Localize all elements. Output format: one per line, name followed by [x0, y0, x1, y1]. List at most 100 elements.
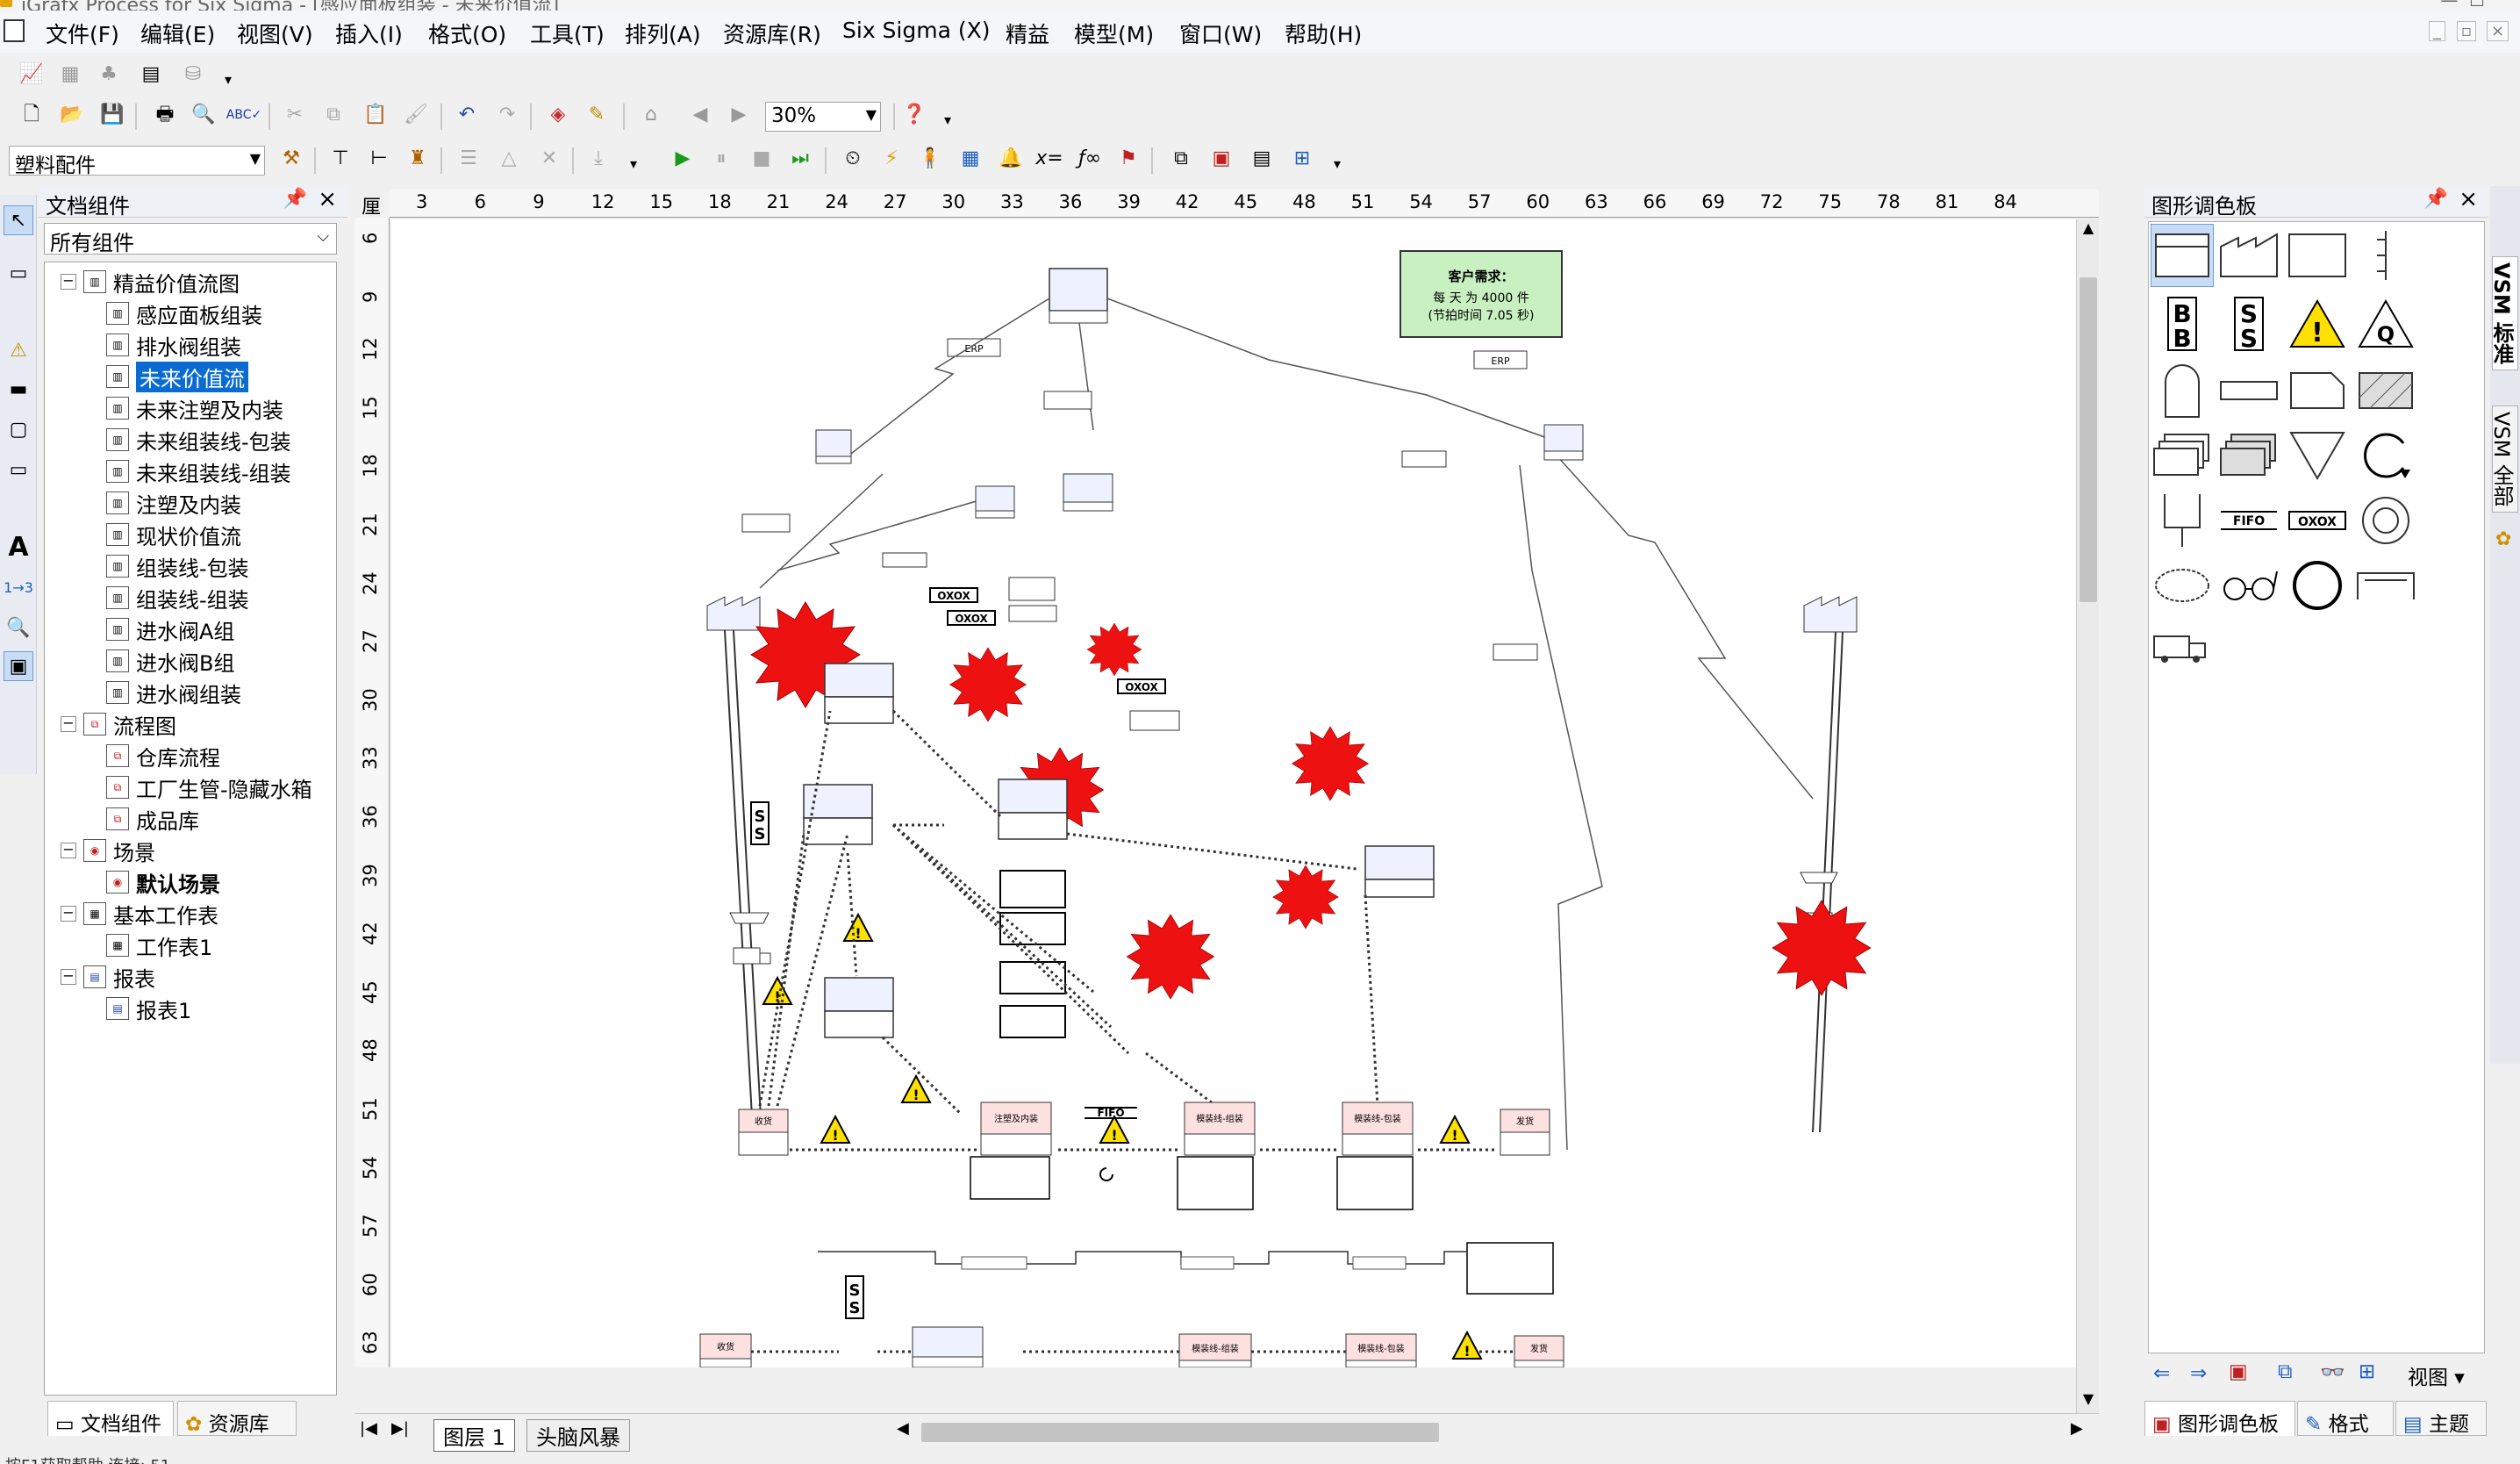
close-icon[interactable]: ×: [2459, 186, 2478, 212]
horizontal-scroll-thumb[interactable]: [921, 1423, 1439, 1442]
palette-cloud-shape[interactable]: [2151, 554, 2214, 617]
document-report-icon[interactable]: ▤: [1248, 146, 1276, 172]
customer-factory-icon[interactable]: [1803, 596, 1858, 633]
tab-page-layer1[interactable]: 图层 1: [433, 1419, 515, 1452]
tree-node-vsm-folder[interactable]: − ▥ 精益价值流图: [61, 268, 240, 297]
toolbar-overflow-icon[interactable]: ▾: [1323, 151, 1351, 177]
arrow-right-icon[interactable]: ⇒: [2190, 1362, 2207, 1385]
palette-library-icon[interactable]: ▣: [2229, 1360, 2248, 1383]
mdi-minimize-button[interactable]: _: [2429, 21, 2445, 41]
save-icon[interactable]: 💾: [98, 102, 126, 128]
collapse-icon[interactable]: −: [61, 716, 76, 732]
process-packing[interactable]: 模装线-包装: [1342, 1102, 1414, 1156]
mdi-close-button[interactable]: ×: [2487, 21, 2509, 41]
collapse-icon[interactable]: −: [61, 969, 76, 985]
pointer-tool-icon[interactable]: ↖: [4, 205, 33, 235]
note-tool-icon[interactable]: ▣: [4, 651, 33, 681]
person-icon[interactable]: 🧍: [916, 146, 944, 172]
menu-view[interactable]: 视图(V): [237, 18, 313, 49]
tree-node-diagram[interactable]: ▥ 未来组装线-组装: [106, 457, 291, 486]
table-icon[interactable]: ▦: [956, 146, 984, 172]
kaizen-burst[interactable]: [1272, 865, 1339, 929]
palette-process-shape[interactable]: [2151, 224, 2214, 287]
inventory-stack[interactable]: [999, 870, 1066, 1038]
shape-lib-icon[interactable]: ⧉: [2278, 1360, 2292, 1383]
remove-icon[interactable]: ✕: [535, 146, 563, 172]
pause-icon[interactable]: ⏸: [707, 146, 735, 172]
tree-node-report-folder[interactable]: − ▤ 报表: [61, 963, 155, 992]
tree-node-flowchart[interactable]: ⧉ 成品库: [106, 805, 199, 834]
palette-glasses-shape[interactable]: [2217, 554, 2280, 617]
factory-control-box[interactable]: [1063, 473, 1113, 512]
format-painter-icon[interactable]: 🖌: [402, 102, 430, 128]
chart-icon[interactable]: ▦: [56, 61, 84, 88]
menu-edit[interactable]: 编辑(E): [140, 18, 215, 49]
style-combo[interactable]: 塑料配件 ▼: [9, 146, 265, 177]
scroll-up-icon[interactable]: ▲: [2079, 219, 2098, 239]
report-icon[interactable]: ▣: [1207, 146, 1235, 172]
lightning-icon[interactable]: ⚡: [877, 146, 906, 172]
tree-node-diagram[interactable]: ▥ 进水阀组装: [106, 678, 241, 707]
bell-icon[interactable]: 🔔: [997, 146, 1025, 172]
menu-tools[interactable]: 工具(T): [530, 18, 605, 49]
palette-hatched-shape[interactable]: [2354, 359, 2417, 422]
stack-icon[interactable]: ⛁: [179, 61, 207, 88]
process-molding[interactable]: 注塑及内装: [980, 1102, 1052, 1156]
tree-node-scenario-folder[interactable]: − ◉ 场景: [61, 836, 155, 865]
toolbar-overflow-icon[interactable]: ▾: [214, 67, 242, 93]
tree-node-diagram[interactable]: ▥ 组装线-包装: [106, 552, 249, 581]
undo-icon[interactable]: ↶: [453, 102, 481, 128]
palette-target-shape[interactable]: [2354, 489, 2417, 552]
palette-inventory-triangle-shape[interactable]: [2286, 424, 2349, 487]
warehouse-box[interactable]: [975, 485, 1015, 519]
kaizen-burst[interactable]: [1086, 622, 1142, 677]
menu-insert[interactable]: 插入(I): [335, 18, 403, 49]
tree-node-flowchart-folder[interactable]: − ⧉ 流程图: [61, 710, 176, 739]
text-tool-icon[interactable]: A: [4, 532, 33, 563]
palette-card-shape[interactable]: [2286, 359, 2349, 422]
tree-node-flowchart[interactable]: ⧉ 仓库流程: [106, 742, 220, 771]
process-ship[interactable]: 发货: [1500, 1109, 1550, 1156]
function-icon[interactable]: ƒ∞: [1076, 146, 1104, 172]
tab-shape-palette[interactable]: ▣ 图形调色板: [2144, 1401, 2295, 1436]
first-page-icon[interactable]: |◀: [360, 1419, 377, 1438]
box-tool-icon[interactable]: ▭: [4, 455, 33, 484]
process-packing-lower[interactable]: 模装线-包装: [1345, 1333, 1417, 1367]
tree-node-diagram[interactable]: ▥ 现状价值流: [106, 520, 241, 549]
palette-truck-shape[interactable]: [2151, 617, 2214, 680]
library-icon[interactable]: ✿: [2495, 528, 2511, 550]
triangle-icon[interactable]: △: [495, 146, 523, 172]
supplier-box[interactable]: [815, 429, 852, 464]
close-icon[interactable]: ×: [318, 186, 337, 212]
scroll-left-icon[interactable]: ◀: [897, 1419, 909, 1438]
pencil-icon[interactable]: ✎: [583, 102, 611, 128]
tab-theme[interactable]: ▤ 主题: [2395, 1401, 2487, 1436]
tree-node-worksheet-folder[interactable]: − ▦ 基本工作表: [61, 900, 218, 929]
palette-bracket-shape[interactable]: [2354, 554, 2417, 617]
warning-shape-icon[interactable]: ⚠: [4, 335, 33, 365]
process-shape-icon[interactable]: ▭: [4, 258, 33, 288]
new-file-icon[interactable]: 🗋: [18, 102, 46, 128]
inventory-warning-icon[interactable]: [901, 1075, 931, 1104]
scroll-right-icon[interactable]: ▶: [2071, 1419, 2083, 1438]
menu-help[interactable]: 帮助(H): [1285, 18, 1362, 49]
flag-icon[interactable]: ⚑: [1114, 146, 1142, 172]
tree-node-scenario[interactable]: ◉ 默认场景: [106, 868, 220, 897]
palette-batch-shape[interactable]: BB: [2151, 292, 2214, 355]
tab-format[interactable]: ✎ 格式: [2297, 1401, 2394, 1436]
tree-node-report[interactable]: ▤ 报表1: [106, 994, 191, 1023]
sheet-icon[interactable]: ▤: [137, 61, 165, 88]
menu-six-sigma[interactable]: Six Sigma (X): [842, 18, 991, 43]
process-assembly-lower[interactable]: 模装线-组装: [1178, 1333, 1252, 1367]
print-preview-icon[interactable]: 🔍: [190, 102, 218, 128]
back-icon[interactable]: ◀: [686, 102, 714, 128]
tree-node-diagram[interactable]: ▥ 排水阀组装: [106, 331, 241, 360]
vertical-scrollbar[interactable]: ▲ ▼: [2076, 219, 2099, 1413]
sales-box[interactable]: [1543, 424, 1584, 461]
model-icon[interactable]: ⚒: [277, 146, 305, 172]
run-icon[interactable]: ▶: [669, 146, 697, 172]
pin-icon[interactable]: 📌: [2424, 188, 2448, 210]
mdi-restore-button[interactable]: ▫: [2457, 21, 2477, 41]
tree-node-diagram[interactable]: ▥ 感应面板组装: [106, 299, 262, 328]
menu-lean[interactable]: 精益: [1006, 18, 1049, 49]
